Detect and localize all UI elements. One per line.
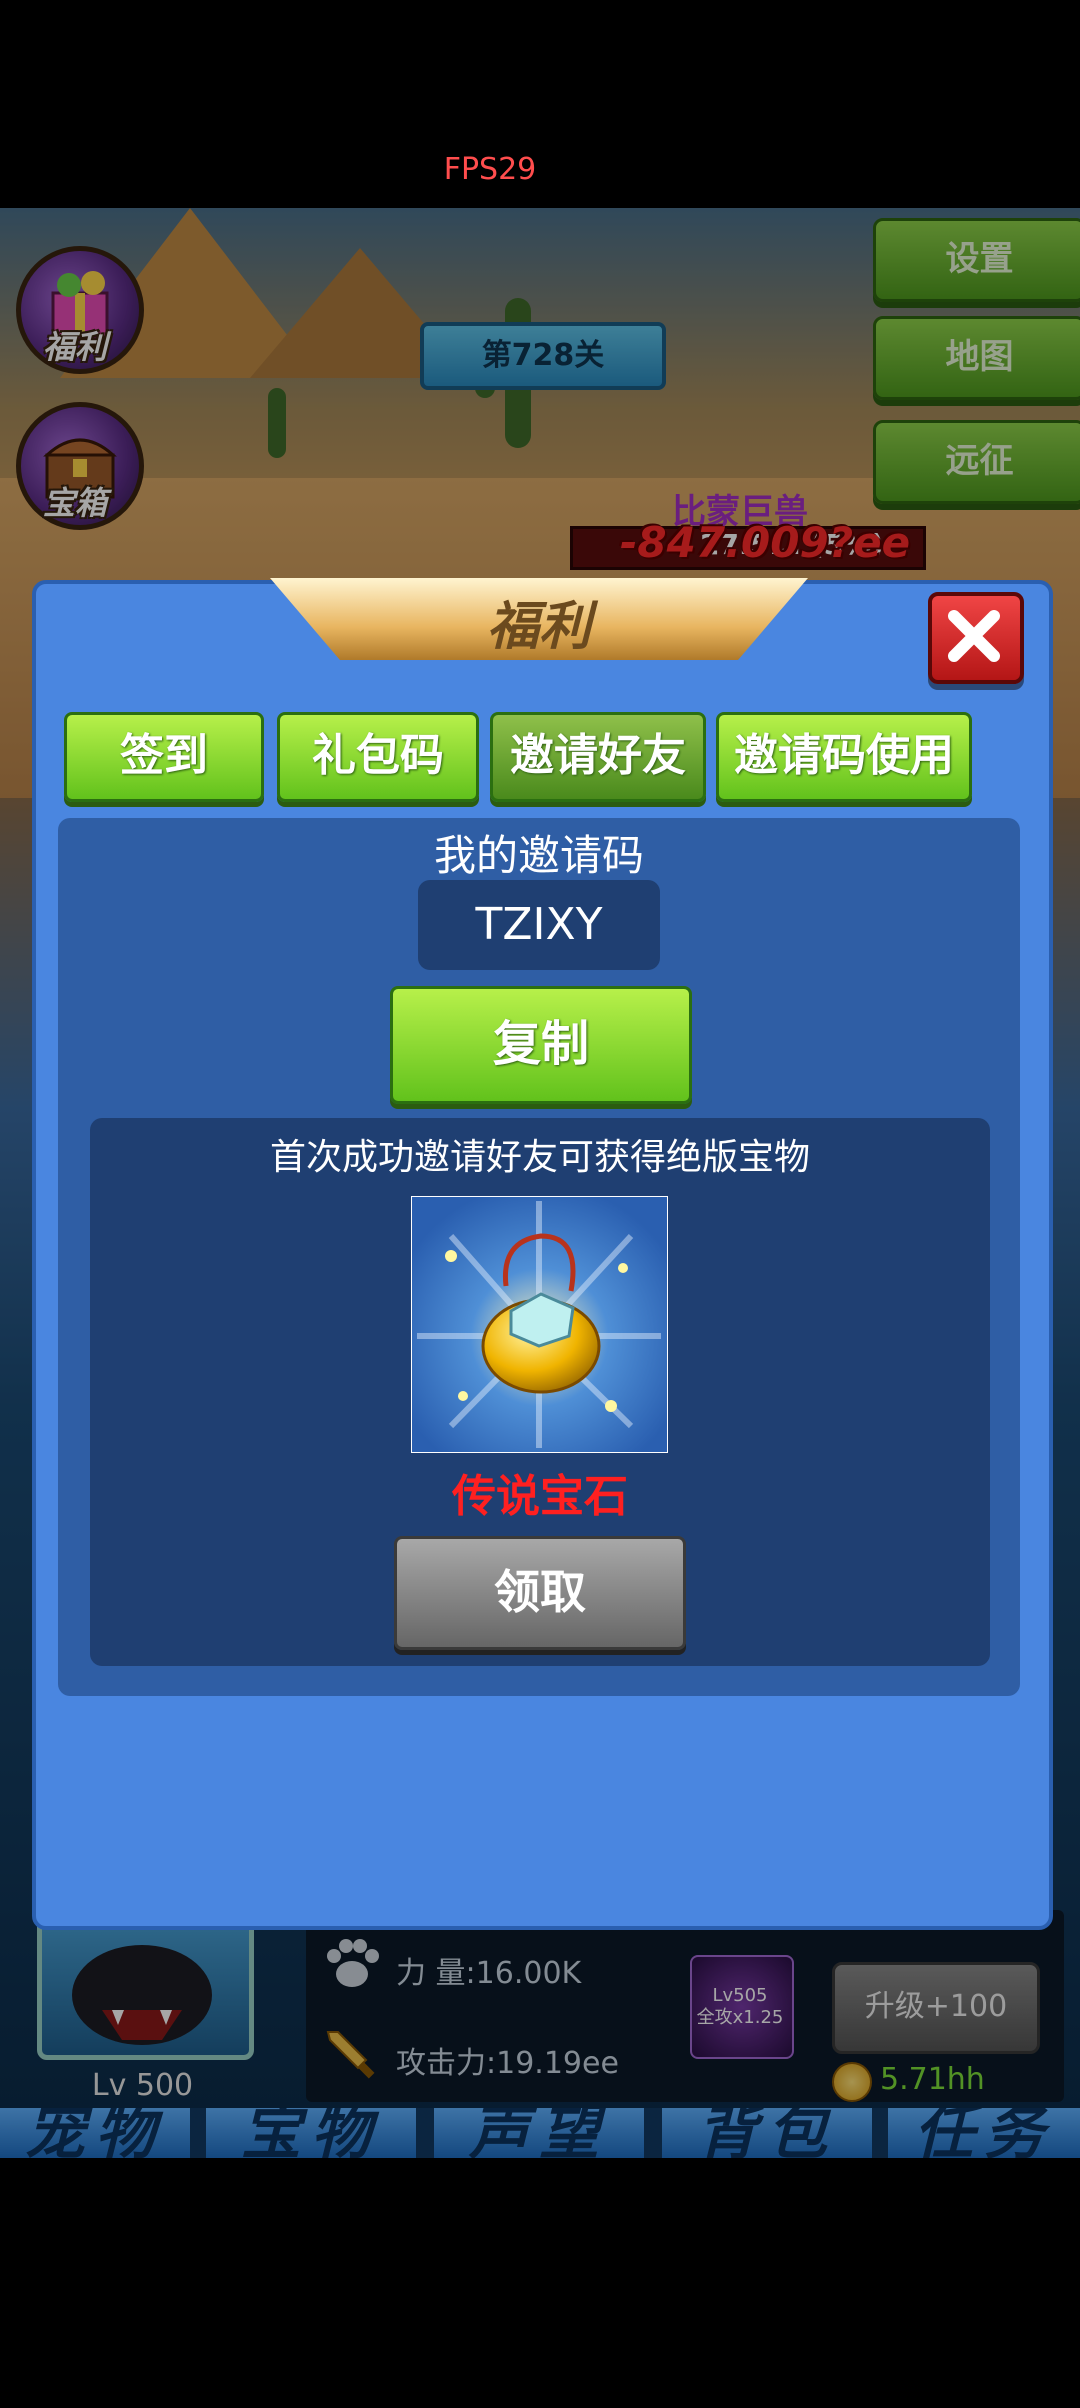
reward-description: 首次成功邀请好友可获得绝版宝物 (269, 1137, 810, 1178)
tab-check-in[interactable]: 签到 (64, 712, 264, 802)
modal-title: 福利 (486, 597, 591, 657)
invite-code-value: TZIXY (475, 899, 603, 950)
legendary-gem-image (411, 1196, 668, 1453)
claim-button[interactable]: 领取 (394, 1536, 686, 1650)
close-icon[interactable] (928, 592, 1024, 684)
fps-counter: FPS29 (443, 152, 537, 187)
reward-name: 传说宝石 (452, 1471, 628, 1522)
tab-use-invite-code[interactable]: 邀请码使用 (716, 712, 972, 802)
copy-button[interactable]: 复制 (390, 986, 692, 1104)
my-invite-code-label: 我的邀请码 (433, 831, 644, 880)
tab-gift-code[interactable]: 礼包码 (277, 712, 479, 802)
gem-icon (412, 1197, 667, 1452)
tab-invite-friends[interactable]: 邀请好友 (490, 712, 706, 802)
